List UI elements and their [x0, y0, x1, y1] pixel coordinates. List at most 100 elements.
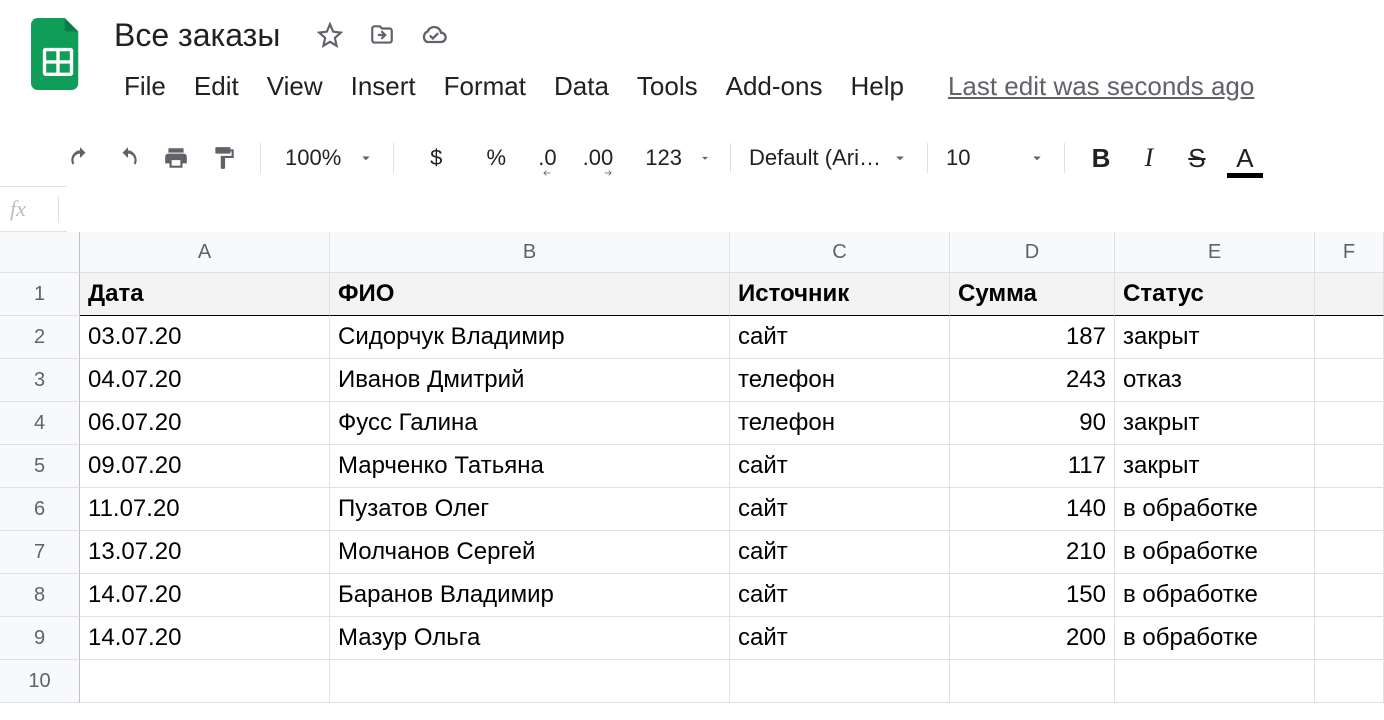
font-dropdown[interactable]: Default (Ari…	[743, 145, 915, 171]
currency-button[interactable]: $	[412, 140, 460, 176]
cell-name[interactable]: Мазур Ольга	[330, 617, 730, 660]
cell-sum[interactable]: 243	[950, 359, 1115, 402]
increase-decimal-button[interactable]: .00	[577, 140, 620, 176]
cell-sum[interactable]: 90	[950, 402, 1115, 445]
cell-date[interactable]: 03.07.20	[80, 316, 330, 359]
cell-status[interactable]: в обработке	[1115, 531, 1315, 574]
cell-status[interactable]: в обработке	[1115, 617, 1315, 660]
menu-format[interactable]: Format	[430, 71, 540, 102]
number-format-dropdown[interactable]: 123	[633, 145, 718, 171]
star-icon[interactable]	[316, 21, 344, 49]
cell-empty[interactable]	[1315, 660, 1384, 703]
column-header[interactable]: D	[950, 232, 1115, 273]
cell-date[interactable]: 09.07.20	[80, 445, 330, 488]
cell-name[interactable]: Пузатов Олег	[330, 488, 730, 531]
header-cell[interactable]: Статус	[1115, 273, 1315, 316]
row-header[interactable]: 1	[0, 273, 80, 316]
menu-insert[interactable]: Insert	[337, 71, 430, 102]
cell-status[interactable]: в обработке	[1115, 488, 1315, 531]
text-color-button[interactable]: A	[1227, 140, 1263, 176]
row-header[interactable]: 5	[0, 445, 80, 488]
cell-date[interactable]: 11.07.20	[80, 488, 330, 531]
italic-button[interactable]: I	[1131, 140, 1167, 176]
cell-sum[interactable]: 117	[950, 445, 1115, 488]
menu-tools[interactable]: Tools	[623, 71, 712, 102]
cell-status[interactable]: закрыт	[1115, 316, 1315, 359]
cell-date[interactable]: 04.07.20	[80, 359, 330, 402]
row-header[interactable]: 10	[0, 660, 80, 703]
cell-sum[interactable]: 210	[950, 531, 1115, 574]
cell-empty[interactable]	[1115, 660, 1315, 703]
menu-addons[interactable]: Add-ons	[712, 71, 837, 102]
cell-empty[interactable]	[730, 660, 950, 703]
percent-button[interactable]: %	[472, 140, 520, 176]
menu-edit[interactable]: Edit	[180, 71, 253, 102]
row-header[interactable]: 9	[0, 617, 80, 660]
header-cell[interactable]: Дата	[80, 273, 330, 316]
paint-format-button[interactable]	[206, 140, 242, 176]
cell-empty[interactable]	[80, 660, 330, 703]
cell-status[interactable]: закрыт	[1115, 402, 1315, 445]
cell-date[interactable]: 14.07.20	[80, 617, 330, 660]
cell-source[interactable]: сайт	[730, 531, 950, 574]
cell-source[interactable]: телефон	[730, 402, 950, 445]
menu-file[interactable]: File	[110, 71, 180, 102]
sheets-logo[interactable]	[30, 18, 90, 88]
cell-name[interactable]: Марченко Татьяна	[330, 445, 730, 488]
strikethrough-button[interactable]: S	[1179, 140, 1215, 176]
cell-source[interactable]: сайт	[730, 617, 950, 660]
cell-empty[interactable]	[1315, 488, 1384, 531]
cloud-saved-icon[interactable]	[420, 21, 448, 49]
select-all-corner[interactable]	[0, 232, 80, 273]
move-icon[interactable]	[368, 21, 396, 49]
menu-view[interactable]: View	[253, 71, 337, 102]
zoom-dropdown[interactable]: 100%	[273, 145, 381, 171]
row-header[interactable]: 3	[0, 359, 80, 402]
header-cell[interactable]: Источник	[730, 273, 950, 316]
cell-sum[interactable]: 200	[950, 617, 1115, 660]
document-title[interactable]: Все заказы	[110, 17, 284, 54]
cell-name[interactable]: Фусс Галина	[330, 402, 730, 445]
column-header[interactable]: E	[1115, 232, 1315, 273]
cell-sum[interactable]: 150	[950, 574, 1115, 617]
row-header[interactable]: 8	[0, 574, 80, 617]
cell-source[interactable]: сайт	[730, 316, 950, 359]
cell-empty[interactable]	[1315, 445, 1384, 488]
menu-data[interactable]: Data	[540, 71, 623, 102]
cell-status[interactable]: отказ	[1115, 359, 1315, 402]
cell-date[interactable]: 13.07.20	[80, 531, 330, 574]
cell-date[interactable]: 14.07.20	[80, 574, 330, 617]
cell-empty[interactable]	[1315, 402, 1384, 445]
cell-empty[interactable]	[330, 660, 730, 703]
cell-status[interactable]: в обработке	[1115, 574, 1315, 617]
header-cell[interactable]: ФИО	[330, 273, 730, 316]
row-header[interactable]: 7	[0, 531, 80, 574]
cell-source[interactable]: сайт	[730, 574, 950, 617]
cell-empty[interactable]	[1315, 316, 1384, 359]
row-header[interactable]: 2	[0, 316, 80, 359]
cell-name[interactable]: Молчанов Сергей	[330, 531, 730, 574]
bold-button[interactable]: B	[1083, 140, 1119, 176]
header-cell[interactable]: Сумма	[950, 273, 1115, 316]
cell-source[interactable]: телефон	[730, 359, 950, 402]
header-cell[interactable]	[1315, 273, 1384, 316]
cell-empty[interactable]	[1315, 617, 1384, 660]
cell-empty[interactable]	[1315, 531, 1384, 574]
column-header[interactable]: F	[1315, 232, 1384, 273]
cell-sum[interactable]: 187	[950, 316, 1115, 359]
row-header[interactable]: 6	[0, 488, 80, 531]
cell-source[interactable]: сайт	[730, 445, 950, 488]
cell-name[interactable]: Баранов Владимир	[330, 574, 730, 617]
last-edit-link[interactable]: Last edit was seconds ago	[948, 71, 1254, 102]
cell-name[interactable]: Сидорчук Владимир	[330, 316, 730, 359]
cell-date[interactable]: 06.07.20	[80, 402, 330, 445]
cell-empty[interactable]	[1315, 359, 1384, 402]
menu-help[interactable]: Help	[836, 71, 917, 102]
formula-input[interactable]	[67, 186, 1384, 232]
decrease-decimal-button[interactable]: .0	[532, 140, 562, 176]
column-header[interactable]: B	[330, 232, 730, 273]
cell-empty[interactable]	[950, 660, 1115, 703]
column-header[interactable]: C	[730, 232, 950, 273]
font-size-dropdown[interactable]: 10	[940, 145, 1052, 171]
redo-button[interactable]	[110, 140, 146, 176]
